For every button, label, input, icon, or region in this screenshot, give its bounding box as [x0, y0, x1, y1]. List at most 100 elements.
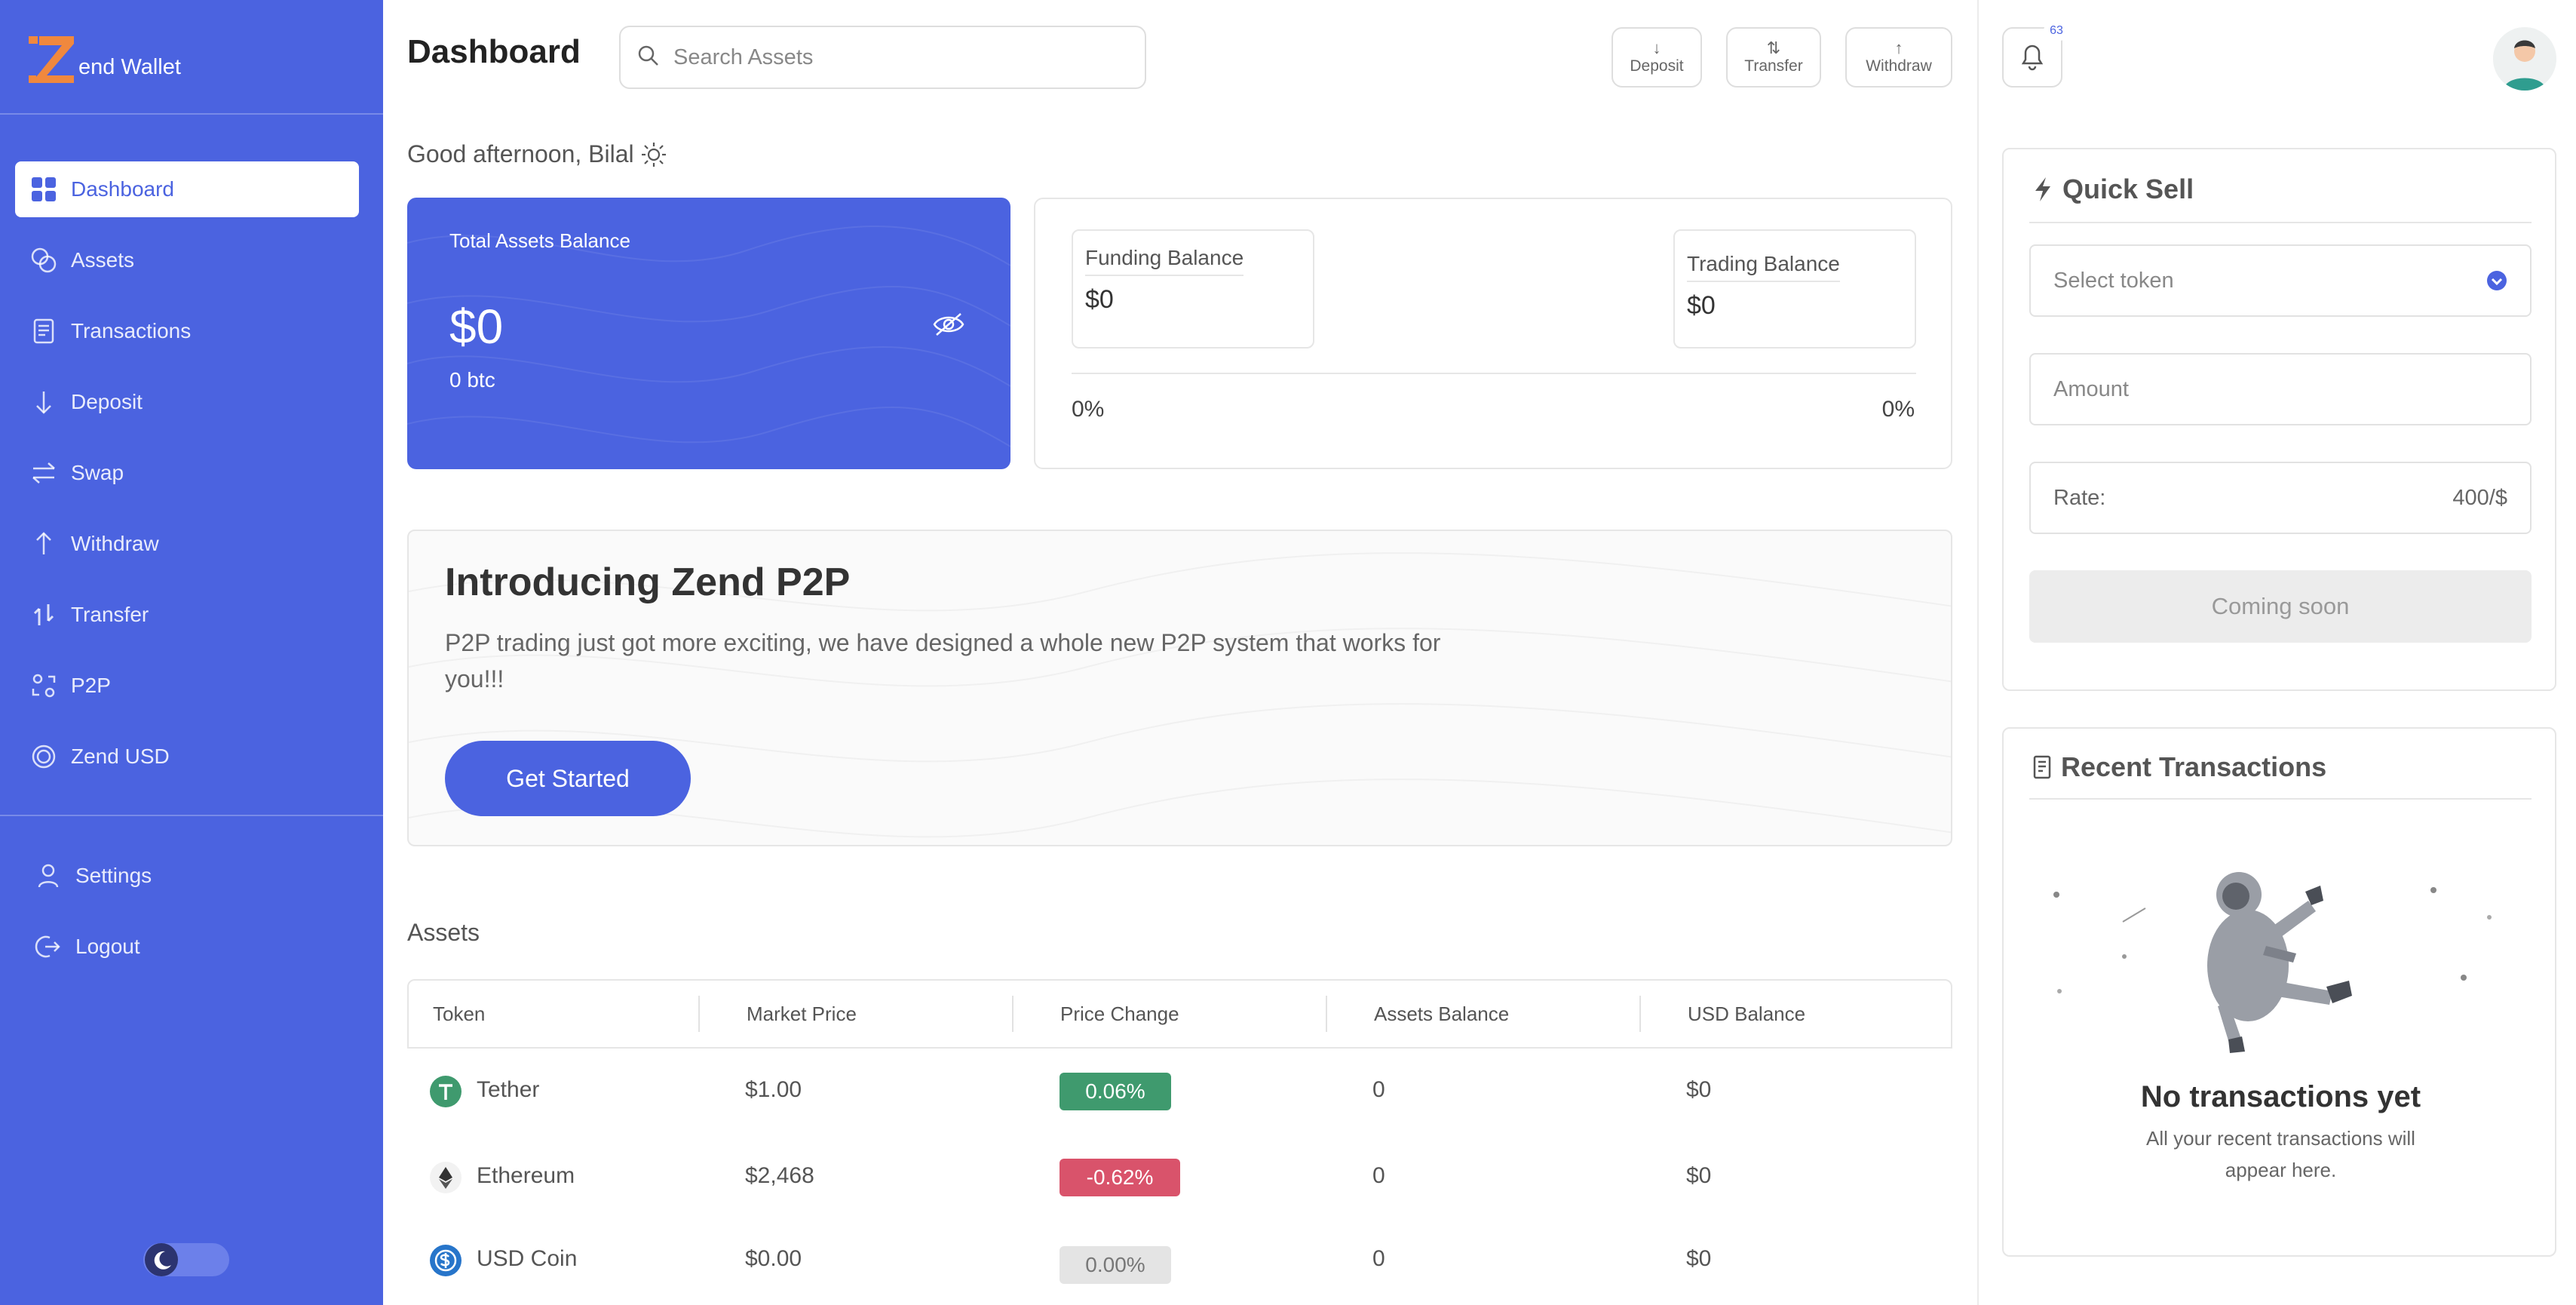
arrow-down-icon: ↓ [1652, 38, 1661, 57]
table-row[interactable]: Tether $1.00 0.06% 0 $0 [407, 1049, 1952, 1135]
empty-state-title: No transactions yet [2140, 1080, 2421, 1113]
sidebar-item-label: Assets [71, 248, 135, 272]
page-title: Dashboard [407, 33, 581, 70]
panel-divider [2029, 222, 2532, 223]
token-name: Tether [477, 1077, 540, 1102]
sidebar-item-label: Deposit [71, 390, 143, 413]
transfer-icon: ⇅ [1766, 38, 1781, 57]
sidebar-divider [0, 113, 383, 115]
sidebar-item-p2p[interactable]: P2P [15, 658, 359, 714]
search-icon [637, 45, 660, 71]
sidebar-item-transfer[interactable]: Transfer [15, 587, 359, 643]
balance-btc: 0 btc [449, 368, 495, 392]
coming-soon-button[interactable]: Coming soon [2029, 570, 2532, 643]
search-input[interactable] [673, 45, 1126, 70]
logo-mark [29, 36, 75, 86]
sidebar-item-label: Withdraw [71, 532, 159, 555]
avatar[interactable] [2493, 27, 2556, 91]
assets-table-header: Token Market Price Price Change Assets B… [407, 979, 1952, 1049]
market-price: $1.00 [745, 1077, 802, 1102]
funding-label: Funding Balance [1085, 246, 1244, 276]
user-icon [35, 862, 62, 889]
greeting: Good afternoon, Bilal [407, 140, 667, 168]
sidebar-item-transactions[interactable]: Transactions [15, 303, 359, 359]
withdraw-button[interactable]: ↑ Withdraw [1845, 27, 1952, 88]
swap-icon [30, 459, 57, 487]
funding-percent: 0% [1072, 397, 1105, 422]
assets-balance: 0 [1372, 1246, 1385, 1271]
arrow-up-icon [30, 530, 57, 557]
sidebar-item-settings[interactable]: Settings [15, 848, 359, 904]
token-select[interactable]: Select token [2029, 244, 2532, 317]
logout-icon [35, 933, 62, 960]
right-panel-divider [1977, 0, 1979, 1305]
sidebar-item-label: Transfer [71, 603, 149, 626]
balance-label: Total Assets Balance [449, 229, 630, 252]
trading-value: $0 [1687, 291, 1716, 320]
sidebar-item-dashboard[interactable]: Dashboard [15, 161, 359, 217]
receipt-icon [2033, 755, 2051, 779]
search-bar[interactable] [619, 26, 1146, 89]
quick-sell-title-text: Quick Sell [2062, 173, 2194, 204]
price-change-badge: -0.62% [1060, 1159, 1180, 1196]
recent-transactions-title: Recent Transactions [2032, 751, 2326, 783]
app-logo[interactable]: end Wallet [29, 26, 181, 86]
sidebar-item-logout[interactable]: Logout [15, 919, 359, 975]
split-divider [1072, 373, 1916, 374]
tether-icon [430, 1076, 462, 1107]
sidebar-item-label: P2P [71, 674, 111, 697]
empty-state-subtitle: All your recent transactions will appear… [2146, 1127, 2415, 1181]
bell-icon [2019, 41, 2046, 75]
recent-title-text: Recent Transactions [2061, 751, 2327, 782]
recent-transactions-panel: Recent Transactions No transactions yet … [2002, 727, 2556, 1257]
receipt-icon [30, 318, 57, 345]
trading-balance-box: Trading Balance $0 [1673, 229, 1916, 349]
hide-balance-icon[interactable] [932, 311, 965, 342]
sidebar: end Wallet Dashboard Assets Transactions [0, 0, 383, 1305]
sidebar-item-label: Logout [75, 935, 140, 958]
sidebar-item-zend-usd[interactable]: Zend USD [15, 729, 359, 785]
balance-amount: $0 [449, 299, 504, 354]
theme-toggle[interactable] [143, 1243, 229, 1276]
table-row[interactable]: USD Coin $0.00 0.00% 0 $0 [407, 1221, 1952, 1305]
notification-count: 63 [2044, 21, 2069, 41]
amount-field[interactable] [2029, 353, 2532, 425]
column-separator [1012, 996, 1014, 1032]
column-separator [698, 996, 700, 1032]
coin-icon [30, 743, 57, 770]
withdraw-button-label: Withdraw [1866, 57, 1932, 75]
lightning-icon [2035, 177, 2050, 201]
sidebar-item-swap[interactable]: Swap [15, 445, 359, 501]
price-change-badge: 0.06% [1060, 1073, 1171, 1110]
assets-section-title: Assets [407, 919, 480, 946]
token-select-value: Select token [2053, 268, 2174, 293]
sidebar-item-label: Zend USD [71, 745, 170, 768]
balance-split-card: Funding Balance $0 Trading Balance $0 0%… [1034, 198, 1952, 469]
token-name: USD Coin [477, 1246, 578, 1271]
sidebar-item-deposit[interactable]: Deposit [15, 374, 359, 430]
sidebar-item-label: Transactions [71, 319, 192, 342]
transfer-button[interactable]: ⇅ Transfer [1726, 27, 1821, 88]
logo-text: end Wallet [78, 55, 181, 79]
get-started-button[interactable]: Get Started [445, 741, 691, 816]
ethereum-icon [430, 1162, 462, 1193]
sidebar-item-assets[interactable]: Assets [15, 232, 359, 288]
trading-percent: 0% [1881, 397, 1915, 422]
quick-sell-title: Quick Sell [2032, 173, 2194, 205]
rate-value: 400/$ [2452, 485, 2507, 510]
usd-balance: $0 [1686, 1077, 1712, 1102]
usd-balance: $0 [1686, 1246, 1712, 1271]
rate-label: Rate: [2053, 485, 2106, 510]
p2p-icon [30, 672, 57, 699]
rate-field: Rate: 400/$ [2029, 462, 2532, 534]
column-header-price-change: Price Change [1060, 1002, 1179, 1025]
amount-input[interactable] [2053, 376, 2507, 402]
funding-value: $0 [1085, 285, 1114, 314]
sidebar-item-withdraw[interactable]: Withdraw [15, 516, 359, 572]
moon-icon [145, 1243, 178, 1276]
assets-balance: 0 [1372, 1077, 1385, 1102]
table-row[interactable]: Ethereum $2,468 -0.62% 0 $0 [407, 1135, 1952, 1221]
sidebar-nav: Dashboard Assets Transactions Deposit Sw… [15, 161, 359, 800]
usd-balance: $0 [1686, 1163, 1712, 1188]
deposit-button[interactable]: ↓ Deposit [1612, 27, 1702, 88]
